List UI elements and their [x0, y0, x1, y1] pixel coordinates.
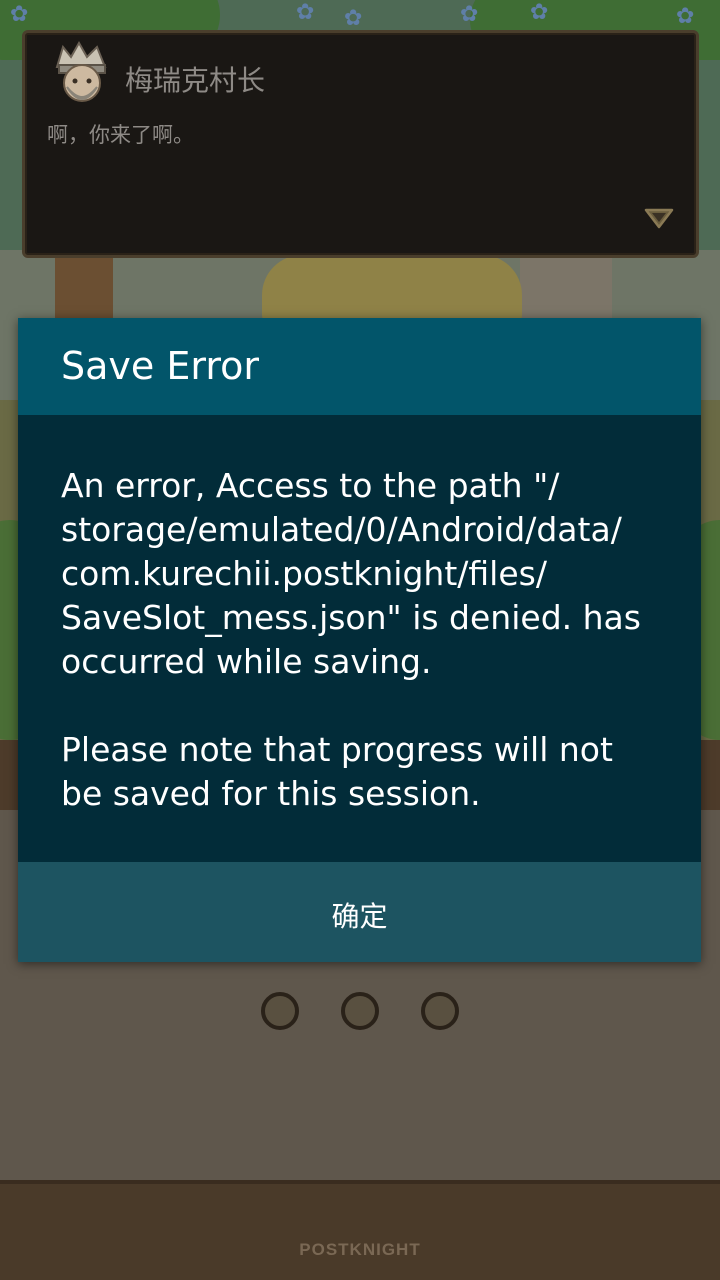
- flower-icon: ✿: [530, 0, 549, 25]
- dialog-title: Save Error: [61, 344, 259, 388]
- speaker-name: 梅瑞克村长: [125, 64, 266, 97]
- speech-text: 啊，你来了啊。: [47, 123, 194, 147]
- npc-dialogue-box[interactable]: 梅瑞克村长 啊，你来了啊。: [22, 30, 699, 258]
- page-dot[interactable]: [261, 992, 299, 1030]
- ok-button-label: 确定: [331, 900, 388, 933]
- flower-icon: ✿: [344, 6, 363, 31]
- brand-label: POSTKNIGHT: [299, 1240, 421, 1259]
- flower-icon: ✿: [296, 0, 315, 25]
- flower-icon: ✿: [676, 4, 695, 29]
- straw-roof: [262, 255, 522, 325]
- dialog-header: Save Error: [18, 318, 701, 415]
- flower-icon: ✿: [460, 2, 479, 27]
- save-error-dialog: Save Error An error, Access to the path …: [18, 318, 701, 962]
- dialog-message: An error, Access to the path "/ storage/…: [61, 466, 641, 813]
- page-dot[interactable]: [421, 992, 459, 1030]
- page-dot[interactable]: [341, 992, 379, 1030]
- ok-button[interactable]: 确定: [18, 862, 701, 962]
- village-chief-avatar-icon: [49, 39, 115, 109]
- triangle-down-icon[interactable]: [643, 207, 675, 231]
- bottom-wood-bar: [0, 1180, 720, 1280]
- flower-icon: ✿: [10, 2, 29, 27]
